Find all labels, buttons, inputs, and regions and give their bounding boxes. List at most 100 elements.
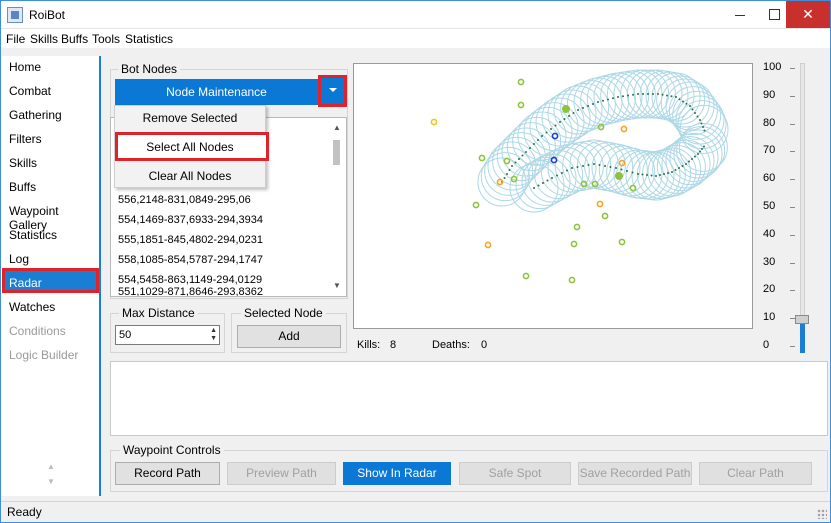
- sidebar-item-watches[interactable]: Watches: [9, 300, 55, 314]
- record-path-button[interactable]: Record Path: [115, 462, 220, 485]
- close-button[interactable]: ✕: [786, 1, 830, 28]
- sidebar-item-log[interactable]: Log: [9, 252, 29, 266]
- mob-marker-icon: [620, 125, 628, 133]
- sidebar-scroll-up-icon[interactable]: ▲: [47, 462, 55, 471]
- waypoint-dot: [518, 158, 520, 160]
- safe-spot-button[interactable]: Safe Spot: [459, 462, 571, 485]
- scroll-down-icon[interactable]: ▼: [333, 281, 341, 290]
- zoom-slider-track[interactable]: [800, 63, 805, 353]
- radar-view[interactable]: [353, 63, 753, 329]
- sidebar-item-buffs[interactable]: Buffs: [9, 180, 36, 194]
- zoom-slider-thumb[interactable]: [795, 315, 809, 324]
- minimize-button[interactable]: [723, 1, 757, 28]
- list-item[interactable]: 556,2148-831,0849-295,06: [118, 194, 251, 206]
- scroll-up-icon[interactable]: ▲: [333, 123, 341, 132]
- waypoint-dot: [561, 172, 563, 174]
- sidebar-item-skills[interactable]: Skills: [9, 156, 37, 170]
- waypoint-dot: [696, 115, 699, 118]
- waypoint-dot: [592, 103, 594, 105]
- sidebar-item-gathering[interactable]: Gathering: [9, 108, 62, 122]
- waypoint-dot: [571, 167, 573, 169]
- preview-path-button[interactable]: Preview Path: [227, 462, 336, 485]
- waypoint-dot: [609, 166, 612, 168]
- zoom-tick-label: 100: [763, 61, 782, 73]
- resize-grip-icon[interactable]: [817, 509, 827, 519]
- node-maintenance-dropdown[interactable]: Node Maintenance: [115, 79, 318, 105]
- menu-item-clear-all-nodes[interactable]: Clear All Nodes: [115, 169, 265, 183]
- waypoint-dot: [691, 108, 694, 111]
- spin-down-icon[interactable]: ▼: [210, 335, 217, 342]
- sidebar-item-combat[interactable]: Combat: [9, 84, 51, 98]
- waypoint-dot: [685, 102, 688, 105]
- list-item[interactable]: 558,1085-854,5787-294,1747: [118, 254, 263, 266]
- max-distance-value: 50: [119, 329, 132, 341]
- dropdown-arrow-button[interactable]: [318, 75, 347, 107]
- waypoint-dot: [694, 112, 696, 114]
- list-item[interactable]: 554,1469-837,6933-294,3934: [118, 214, 263, 226]
- waypoint-node-marker: [562, 105, 570, 113]
- menu-file[interactable]: File: [6, 32, 25, 46]
- kills-label: Kills:: [357, 339, 381, 351]
- selected-node-legend: Selected Node: [241, 306, 326, 320]
- status-text: Ready: [7, 505, 42, 519]
- menu-item-remove-selected[interactable]: Remove Selected: [115, 111, 265, 125]
- waypoint-dot: [682, 100, 684, 103]
- waypoint-dot: [514, 161, 517, 164]
- waypoint-dot: [587, 164, 590, 166]
- waypoint-dot: [699, 119, 701, 121]
- list-item[interactable]: 554,5458-863,1149-294,0129: [118, 274, 262, 286]
- mob-marker-icon: [629, 184, 637, 192]
- list-item[interactable]: 555,1851-845,4802-294,0231: [118, 234, 263, 246]
- max-distance-legend: Max Distance: [119, 306, 198, 320]
- show-in-radar-button[interactable]: Show In Radar: [343, 462, 451, 485]
- status-bar: Ready: [1, 501, 830, 522]
- menu-skills[interactable]: Skills: [30, 32, 58, 46]
- clear-path-button[interactable]: Clear Path: [699, 462, 812, 485]
- waypoint-dot: [657, 93, 659, 95]
- waypoint-dot: [503, 177, 506, 179]
- waypoint-dot: [506, 173, 508, 175]
- zoom-slider-fill: [800, 323, 805, 353]
- waypoint-dot: [702, 126, 704, 128]
- node-list-scrollbar[interactable]: ▲ ▼: [329, 118, 346, 296]
- waypoint-dot: [620, 168, 623, 171]
- max-distance-stepper[interactable]: 50 ▲ ▼: [115, 325, 220, 345]
- sidebar-item-statistics[interactable]: Statistics: [9, 228, 57, 242]
- menu-statistics[interactable]: Statistics: [125, 32, 173, 46]
- menu-tools[interactable]: Tools: [92, 32, 120, 46]
- app-icon: [7, 7, 23, 23]
- waypoint-dot: [667, 172, 669, 174]
- sidebar-item-filters[interactable]: Filters: [9, 132, 42, 146]
- waypoint-dot: [647, 93, 649, 95]
- waypoint-dot: [529, 147, 531, 149]
- zoom-tick-mark: [790, 95, 795, 97]
- sidebar-item-logic-builder[interactable]: Logic Builder: [9, 348, 78, 362]
- waypoint-dot: [615, 167, 617, 169]
- waypoint-dot: [655, 175, 657, 177]
- save-recorded-path-button[interactable]: Save Recorded Path: [578, 462, 692, 485]
- waypoint-dot: [691, 158, 693, 160]
- zoom-tick-label: 30: [763, 255, 776, 268]
- waypoint-dot: [563, 118, 566, 120]
- sidebar-item-conditions[interactable]: Conditions: [9, 324, 66, 338]
- waypoint-dot: [703, 129, 706, 132]
- waypoint-dot: [622, 95, 624, 98]
- waypoint-dot: [652, 93, 654, 95]
- sidebar-item-home[interactable]: Home: [9, 60, 41, 74]
- mob-marker-icon: [618, 238, 626, 246]
- sidebar-item-radar[interactable]: Radar: [9, 276, 42, 290]
- waypoint-dot: [675, 96, 677, 98]
- spin-up-icon[interactable]: ▲: [210, 327, 217, 334]
- mob-marker-icon: [550, 156, 558, 164]
- zoom-tick-mark: [790, 179, 795, 181]
- scroll-thumb[interactable]: [333, 140, 340, 165]
- waypoint-dot: [678, 167, 680, 169]
- mob-marker-icon: [484, 241, 492, 249]
- menu-buffs[interactable]: Buffs: [61, 32, 88, 46]
- menu-item-select-all-nodes[interactable]: Select All Nodes: [115, 140, 265, 154]
- add-node-button[interactable]: Add: [237, 325, 341, 348]
- menu-bar: File Skills Buffs Tools Statistics: [1, 29, 830, 48]
- sidebar-scroll-down-icon[interactable]: ▼: [47, 477, 55, 486]
- list-item[interactable]: 551,1029-871,8646-293,8362: [118, 286, 263, 296]
- zoom-tick-mark: [790, 262, 795, 264]
